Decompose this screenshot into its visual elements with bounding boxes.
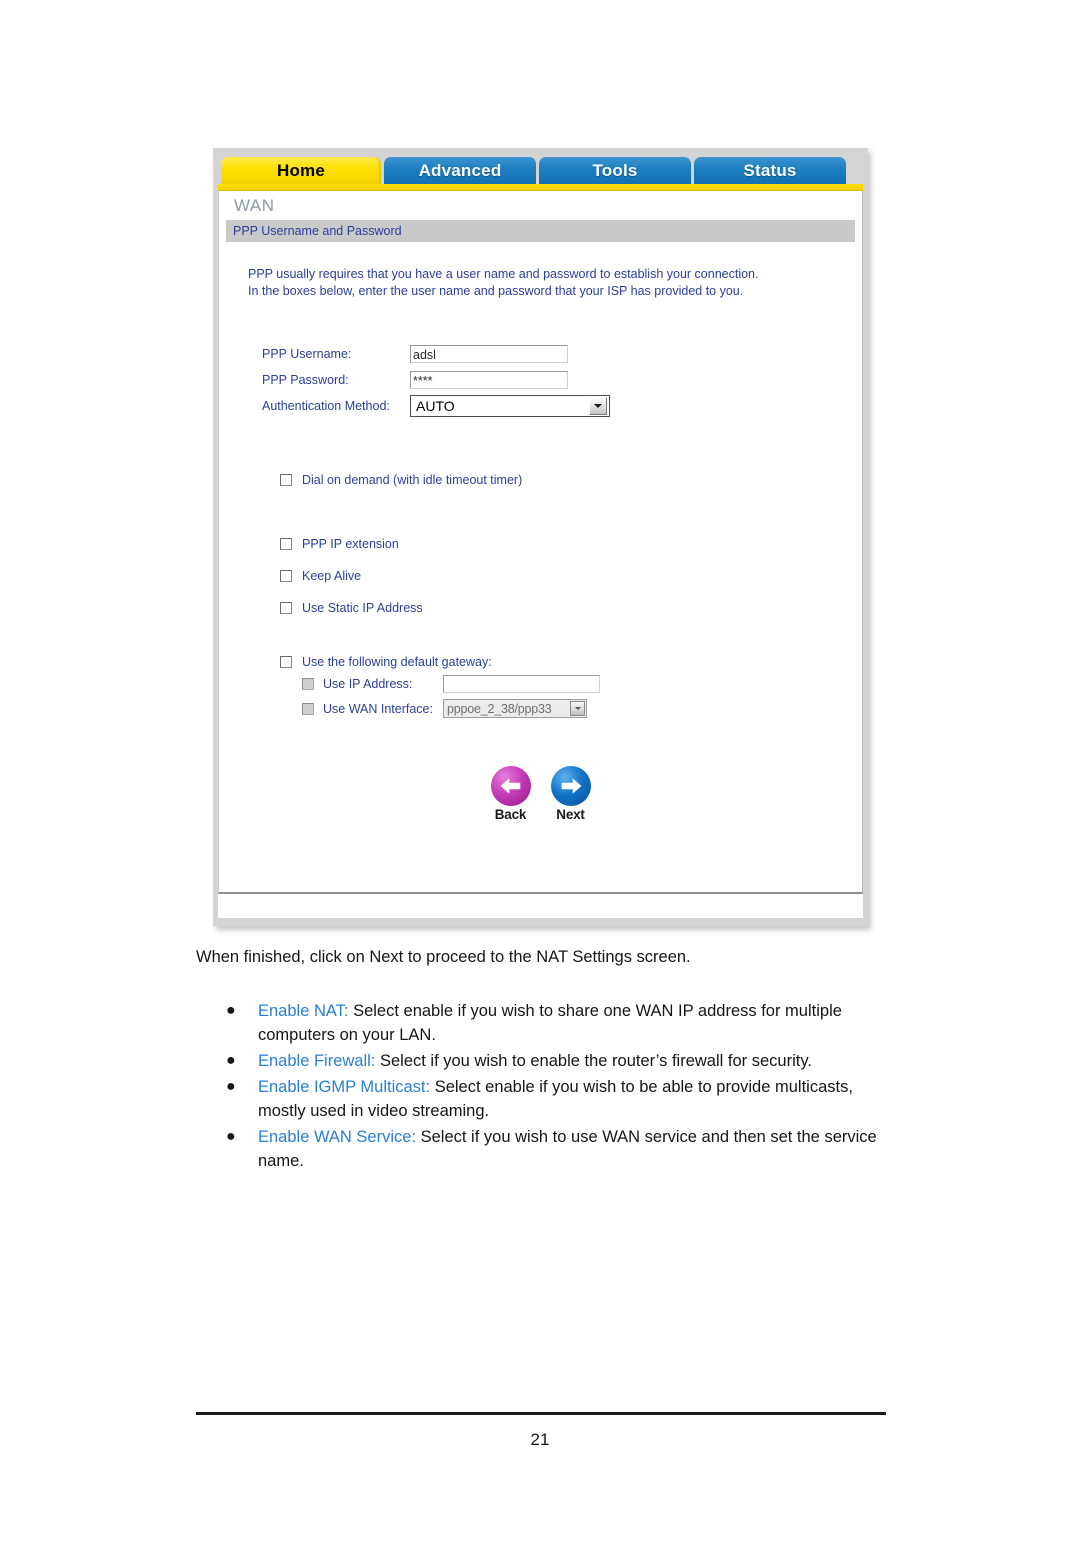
bullet-term: Enable NAT: <box>258 1002 349 1020</box>
row-authentication-method: Authentication Method: AUTO <box>262 394 855 418</box>
checkbox-row-dial-on-demand[interactable]: Dial on demand (with idle timeout timer) <box>280 473 855 487</box>
checkbox-label-ppp-ip-extension: PPP IP extension <box>302 537 399 551</box>
checkbox-use-ip-address[interactable] <box>302 678 314 690</box>
checkbox-label-use-static-ip: Use Static IP Address <box>302 601 423 615</box>
tab-home[interactable]: Home <box>221 157 381 184</box>
checkbox-row-use-default-gateway[interactable]: Use the following default gateway: <box>280 655 855 669</box>
authentication-method-select[interactable]: AUTO <box>410 395 610 417</box>
list-item: ● Enable NAT: Select enable if you wish … <box>196 999 886 1047</box>
ppp-username-input[interactable]: adsl <box>410 345 568 363</box>
tab-tools[interactable]: Tools <box>539 157 691 184</box>
ppp-password-label: PPP Password: <box>262 373 349 387</box>
checkbox-dial-on-demand[interactable] <box>280 474 292 486</box>
tab-underline-bar <box>218 184 863 191</box>
router-ui-window: Home Advanced Tools Status WAN PPP Usern… <box>218 153 863 918</box>
intro-paragraph: When finished, click on Next to proceed … <box>196 948 691 966</box>
label-use-ip-address: Use IP Address: <box>323 677 413 691</box>
row-ppp-username: PPP Username: adsl <box>262 342 855 366</box>
tab-status[interactable]: Status <box>694 157 846 184</box>
tab-bar: Home Advanced Tools Status <box>218 153 863 184</box>
wan-interface-value: pppoe_2_38/ppp33 <box>447 701 552 716</box>
page-title: WAN <box>234 196 275 215</box>
checkbox-label-use-default-gateway: Use the following default gateway: <box>302 655 492 669</box>
bullet-term: Enable WAN Service: <box>258 1128 417 1146</box>
list-item: ● Enable Firewall: Select if you wish to… <box>196 1049 886 1073</box>
row-ppp-password: PPP Password: **** <box>262 368 855 392</box>
ppp-username-label: PPP Username: <box>262 347 352 361</box>
chevron-down-icon <box>570 701 585 716</box>
checkbox-label-dial-on-demand: Dial on demand (with idle timeout timer) <box>302 473 523 487</box>
document-body: When finished, click on Next to proceed … <box>196 946 886 1175</box>
checkbox-use-wan-interface[interactable] <box>302 702 314 715</box>
section-header: PPP Username and Password <box>226 220 855 242</box>
bullet-term: Enable Firewall: <box>258 1052 376 1070</box>
authentication-method-value: AUTO <box>416 398 455 414</box>
bullet-icon: ● <box>226 1052 236 1069</box>
bullet-icon: ● <box>226 1078 236 1095</box>
navigation-buttons: Back Next <box>226 766 855 822</box>
checkbox-row-keep-alive[interactable]: Keep Alive <box>280 569 855 583</box>
checkbox-row-use-static-ip[interactable]: Use Static IP Address <box>280 601 855 615</box>
gateway-ip-address-input[interactable] <box>443 675 600 693</box>
checkbox-use-default-gateway[interactable] <box>280 656 292 668</box>
credentials-form: PPP Username: adsl PPP Password: **** Au… <box>262 342 855 418</box>
back-button-label: Back <box>494 807 527 822</box>
row-use-wan-interface: Use WAN Interface: pppoe_2_38/ppp33 <box>302 699 855 718</box>
ppp-password-input[interactable]: **** <box>410 371 568 389</box>
checkbox-label-keep-alive: Keep Alive <box>302 569 362 583</box>
bullet-icon: ● <box>226 1128 236 1145</box>
page-number: 21 <box>530 1430 550 1449</box>
bullet-text: Select if you wish to enable the router’… <box>375 1052 812 1070</box>
dial-on-demand-group: Dial on demand (with idle timeout timer) <box>280 473 855 487</box>
router-config-screenshot: Home Advanced Tools Status WAN PPP Usern… <box>213 148 868 926</box>
checkbox-use-static-ip[interactable] <box>280 602 292 614</box>
footer-divider <box>196 1412 886 1415</box>
list-item: ● Enable IGMP Multicast: Select enable i… <box>196 1075 886 1123</box>
checkbox-ppp-ip-extension[interactable] <box>280 538 292 550</box>
back-button[interactable]: Back <box>488 766 534 822</box>
next-button-label: Next <box>556 807 585 822</box>
feature-bullet-list: ● Enable NAT: Select enable if you wish … <box>196 999 886 1173</box>
arrow-left-icon <box>490 766 531 806</box>
default-gateway-group: Use the following default gateway: Use I… <box>280 655 855 718</box>
panel-body: WAN PPP Username and Password PPP usuall… <box>218 191 863 894</box>
label-use-wan-interface: Use WAN Interface: <box>323 701 433 716</box>
tab-advanced[interactable]: Advanced <box>384 157 536 184</box>
next-button[interactable]: Next <box>548 766 594 822</box>
intro-text: PPP usually requires that you have a use… <box>248 267 759 298</box>
wan-interface-select[interactable]: pppoe_2_38/ppp33 <box>443 699 587 718</box>
bullet-term: Enable IGMP Multicast: <box>258 1078 431 1096</box>
arrow-right-icon <box>550 766 591 806</box>
ppp-options-group: PPP IP extension Keep Alive Use Static I… <box>280 537 855 615</box>
checkbox-keep-alive[interactable] <box>280 570 292 582</box>
checkbox-row-ppp-ip-extension[interactable]: PPP IP extension <box>280 537 855 551</box>
list-item: ● Enable WAN Service: Select if you wish… <box>196 1125 886 1173</box>
authentication-method-label: Authentication Method: <box>262 399 390 413</box>
row-use-ip-address: Use IP Address: <box>302 675 855 693</box>
chevron-down-icon <box>589 397 607 415</box>
bullet-icon: ● <box>226 1002 236 1019</box>
